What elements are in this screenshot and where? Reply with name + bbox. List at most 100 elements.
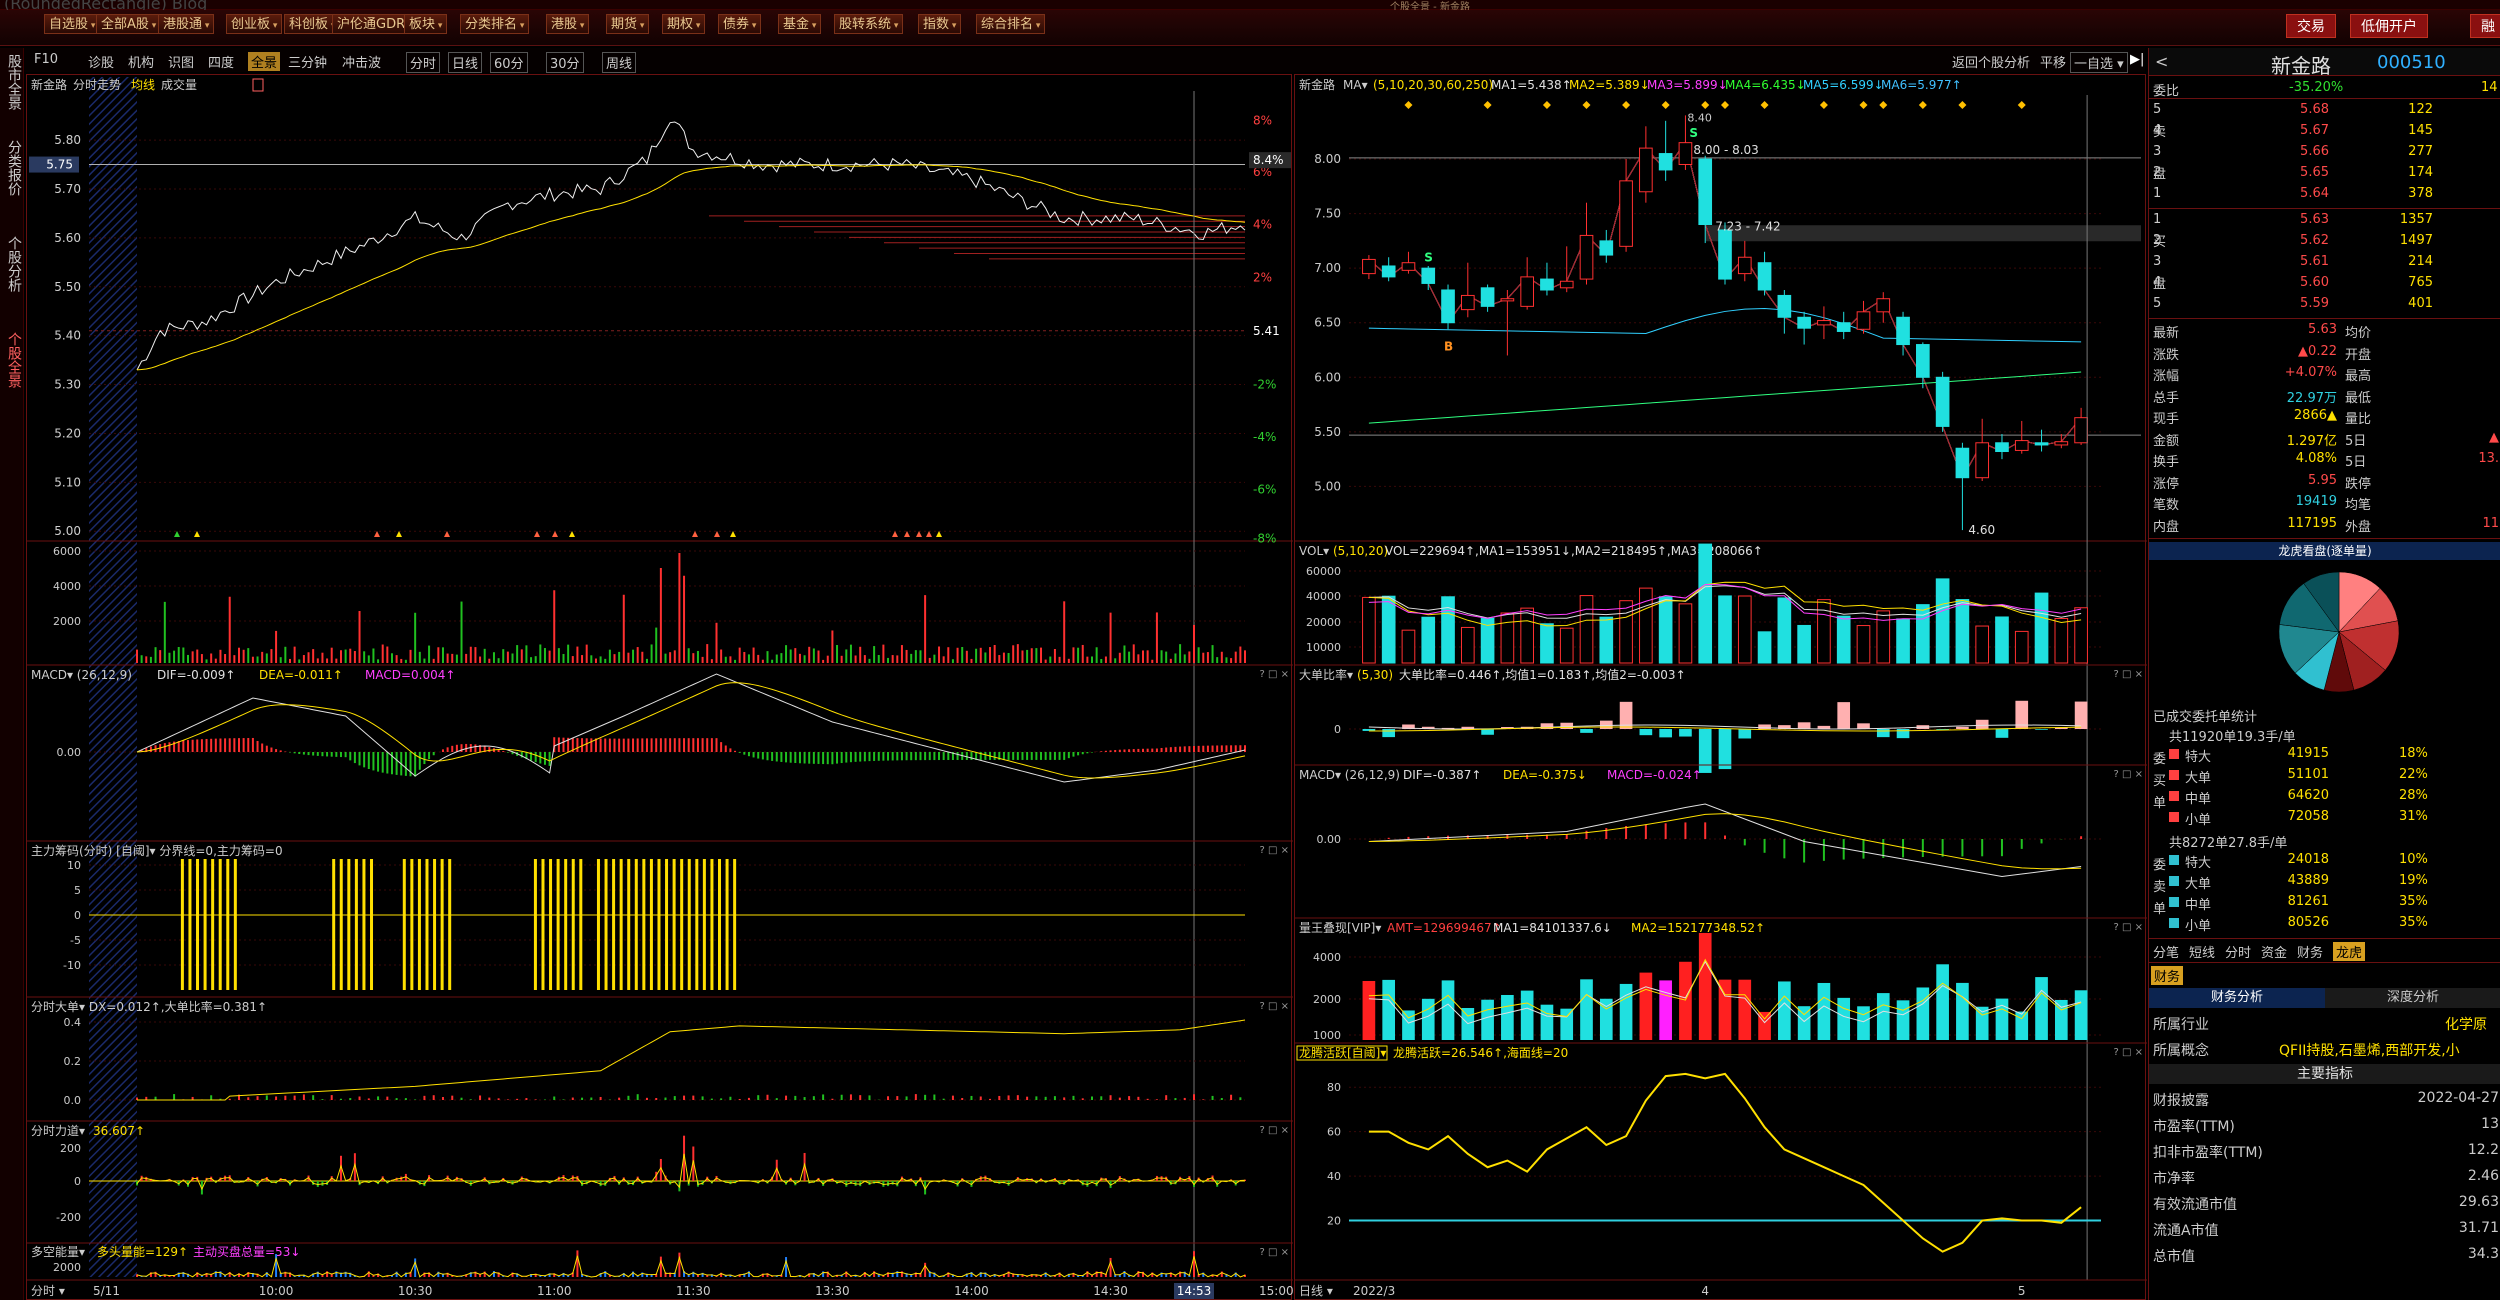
trade-button-2[interactable]: 融 bbox=[2470, 14, 2500, 38]
period-tab-1[interactable]: 日线 bbox=[448, 52, 483, 73]
chip-tick: 5 bbox=[74, 884, 81, 897]
period-tab-3[interactable]: 30分 bbox=[546, 52, 584, 73]
toolbar-button-6[interactable]: 板块 ▾ bbox=[404, 14, 448, 34]
candle-body bbox=[1540, 278, 1554, 291]
price-tick: 5.20 bbox=[54, 426, 81, 440]
period-tab-2[interactable]: 60分 bbox=[490, 52, 528, 73]
dmacd-dif: DIF=-0.387↑ bbox=[1403, 768, 1481, 782]
daily-vol-bar bbox=[1955, 599, 1970, 664]
trade-marker bbox=[174, 531, 180, 537]
vol-tick: 2000 bbox=[53, 615, 81, 628]
trade-button-0[interactable]: 交易 bbox=[2286, 14, 2336, 38]
toolbar-button-10[interactable]: 期权 ▾ bbox=[662, 14, 706, 34]
back-to-analysis-link[interactable]: 返回个股分析 bbox=[1952, 52, 2030, 71]
main-indicators-header: 主要指标 bbox=[2149, 1064, 2500, 1084]
stat-key2-9: 外盘 bbox=[2345, 519, 2372, 535]
chip-tick: -5 bbox=[70, 934, 81, 947]
dragon-tab-0[interactable]: 分笔 bbox=[2153, 942, 2179, 961]
toolbar-button-9[interactable]: 期货 ▾ bbox=[606, 14, 650, 34]
daily-vol-bar bbox=[1441, 596, 1455, 664]
ma-value-1: MA2=5.389↓ bbox=[1569, 78, 1650, 92]
trade-button-1[interactable]: 低佣开户 bbox=[2350, 14, 2428, 38]
subtab-2[interactable]: 机构 bbox=[128, 52, 154, 71]
period-tab-0[interactable]: 分时 bbox=[406, 52, 441, 73]
bigratio-bar bbox=[1580, 729, 1593, 733]
pan-button[interactable]: 平移 bbox=[2040, 52, 2066, 71]
ask-vol-3: 277 bbox=[2408, 144, 2433, 159]
subtab-1[interactable]: 诊股 bbox=[88, 52, 114, 71]
bid-level-5: 5 bbox=[2153, 296, 2162, 311]
buy-row-n-3: 72058 bbox=[2287, 809, 2329, 824]
candle-body bbox=[2014, 440, 2029, 451]
ask-vol-2: 174 bbox=[2408, 165, 2433, 180]
watchlist-dropdown[interactable]: 一自选 ▾ bbox=[2070, 52, 2128, 73]
subtab-7[interactable]: 冲击波 bbox=[342, 52, 381, 71]
stat-key-6: 换手 bbox=[2153, 455, 2180, 470]
toolbar-button-14[interactable]: 指数 ▾ bbox=[918, 14, 962, 34]
subtab-6[interactable]: 三分钟 bbox=[288, 52, 327, 71]
side-tab-1[interactable]: 分类报价 bbox=[2, 128, 22, 208]
collapse-icon[interactable]: ▶| bbox=[2130, 52, 2144, 67]
dragon-tab-3[interactable]: 资金 bbox=[2261, 942, 2287, 961]
toolbar-button-2[interactable]: 港股通 ▾ bbox=[158, 14, 215, 34]
stat-value-2: +4.07% bbox=[2284, 365, 2337, 380]
toolbar-button-15[interactable]: 综合排名 ▾ bbox=[976, 14, 1046, 34]
dragon-tab-2[interactable]: 分时 bbox=[2225, 942, 2251, 961]
toolbar-button-8[interactable]: 港股 ▾ bbox=[546, 14, 590, 34]
dragon-tab-4[interactable]: 财务 bbox=[2297, 942, 2323, 961]
toolbar-button-label: 港股 bbox=[551, 17, 578, 32]
ma-value-2: MA3=5.899↓ bbox=[1647, 78, 1728, 92]
ask-price-2: 5.65 bbox=[2300, 165, 2329, 180]
finance-subtab-0[interactable]: 财务分析 bbox=[2149, 988, 2325, 1008]
toolbar-button-13[interactable]: 股转系统 ▾ bbox=[834, 14, 904, 34]
dmacd-controls: ? □ × bbox=[2114, 769, 2144, 780]
side-tab-3[interactable]: 个股全景 bbox=[2, 320, 22, 400]
toolbar-button-0[interactable]: 自选股 ▾ bbox=[44, 14, 101, 34]
vol-params: (5,10,20) bbox=[1333, 544, 1388, 558]
subtab-0[interactable]: F10 bbox=[34, 52, 58, 67]
signal-diamond bbox=[1859, 101, 1868, 109]
signal-diamond bbox=[1760, 101, 1769, 109]
subtab-4[interactable]: 四度 bbox=[208, 52, 234, 71]
finance-tab[interactable]: 财务 bbox=[2151, 966, 2184, 985]
candle-body bbox=[2034, 442, 2049, 446]
stat-key2-1: 开盘 bbox=[2345, 347, 2372, 363]
toolbar-button-3[interactable]: 创业板 ▾ bbox=[226, 14, 283, 34]
toolbar-button-7[interactable]: 分类排名 ▾ bbox=[460, 14, 530, 34]
toolbar-button-11[interactable]: 债券 ▾ bbox=[718, 14, 762, 34]
chevron-down-icon: ▾ bbox=[809, 21, 817, 31]
buy-swatch-1 bbox=[2169, 770, 2179, 780]
bigratio-vals: 大单比率=0.446↑,均值1=0.183↑,均值2=-0.003↑ bbox=[1399, 667, 1686, 682]
price-tick: 5.40 bbox=[54, 329, 81, 343]
sell-row-label-2: 中单 bbox=[2185, 898, 2212, 913]
toolbar-button-1[interactable]: 全部A股 ▾ bbox=[96, 14, 162, 34]
amt-bar bbox=[1560, 1008, 1574, 1040]
candle-body bbox=[1896, 316, 1910, 346]
daily-price-tick: 6.00 bbox=[1314, 370, 1341, 384]
xaxis-mode: 分时 ▾ bbox=[31, 1284, 65, 1298]
finance-subtab-1[interactable]: 深度分析 bbox=[2325, 988, 2500, 1008]
side-tab-0[interactable]: 股市全景 bbox=[2, 50, 22, 114]
stat-value2-5: ▲ bbox=[2489, 429, 2499, 445]
toolbar-button-12[interactable]: 基金 ▾ bbox=[778, 14, 822, 34]
amt-bar bbox=[1481, 999, 1494, 1040]
candle-body bbox=[1935, 376, 1950, 427]
side-tab-2[interactable]: 个股分析 bbox=[2, 224, 22, 304]
subtab-5[interactable]: 全景 bbox=[248, 52, 281, 71]
daily-vol-tick: 10000 bbox=[1306, 641, 1341, 654]
bigratio-bar bbox=[1738, 729, 1752, 739]
signal-diamond bbox=[1879, 101, 1888, 109]
dragon-tab-5[interactable]: 龙虎 bbox=[2333, 942, 2366, 961]
subtab-3[interactable]: 识图 bbox=[168, 52, 194, 71]
bigorder-tick: 0.2 bbox=[64, 1055, 82, 1068]
ma-value-4: MA5=6.599↓ bbox=[1803, 78, 1884, 92]
signal-diamond bbox=[1819, 101, 1828, 109]
dragon-tab-1[interactable]: 短线 bbox=[2189, 942, 2215, 961]
dmacd-dea-line bbox=[1368, 813, 2082, 870]
avg-line-label: 均线 bbox=[131, 78, 155, 92]
back-icon[interactable]: < bbox=[2155, 52, 2168, 71]
buy-row-n-2: 64620 bbox=[2287, 788, 2329, 803]
amt-bar bbox=[1778, 981, 1791, 1040]
dmacd-zero: 0.00 bbox=[1317, 833, 1342, 846]
period-tab-4[interactable]: 周线 bbox=[602, 52, 637, 73]
